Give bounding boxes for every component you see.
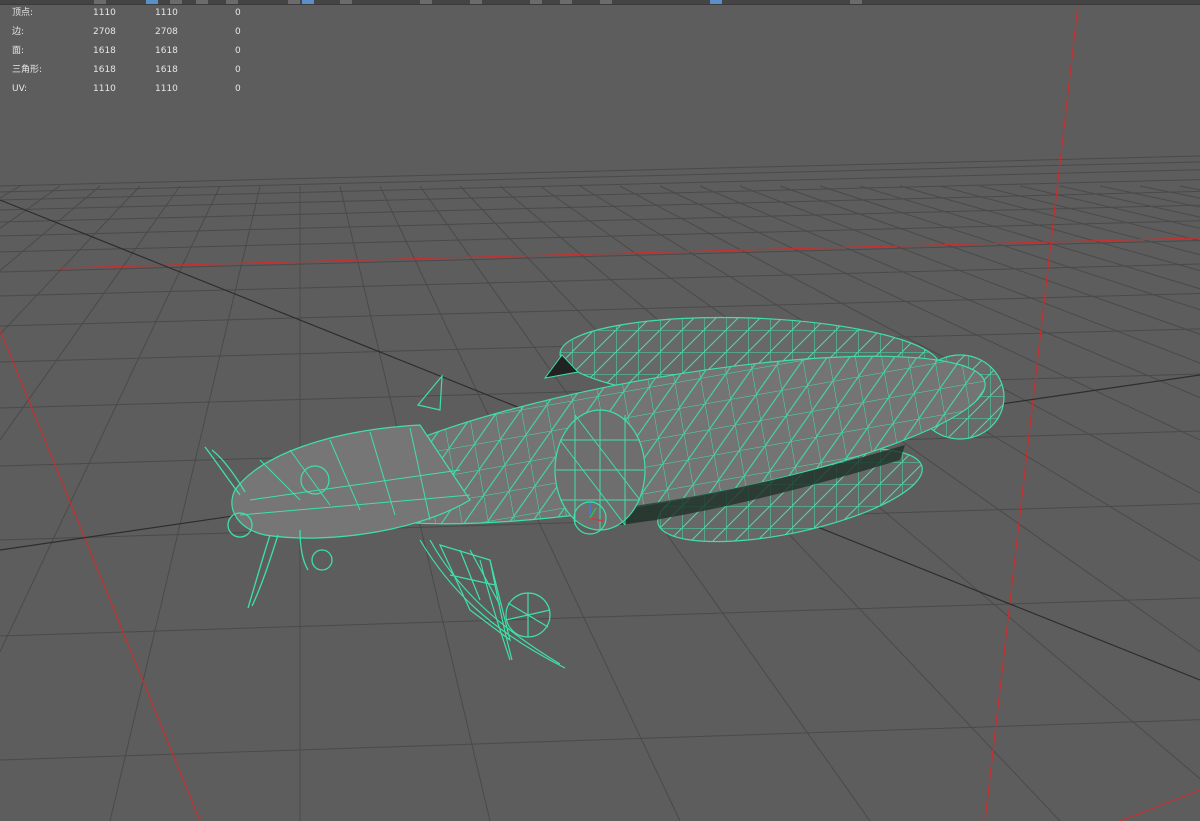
stat-value-c: 0 <box>235 27 241 37</box>
stat-label: 顶点: <box>12 8 34 18</box>
stat-value-b: 1110 <box>155 8 178 18</box>
stat-value-c: 0 <box>235 84 241 94</box>
stat-value-b: 1110 <box>155 84 178 94</box>
stat-row: 边: 2708 2708 0 <box>0 23 260 42</box>
stat-value-a: 1618 <box>93 65 116 75</box>
stat-value-a: 2708 <box>93 27 116 37</box>
front-spike[interactable] <box>416 374 443 411</box>
stat-value-a: 1110 <box>93 84 116 94</box>
stat-value-b: 1618 <box>155 65 178 75</box>
stat-value-c: 0 <box>235 65 241 75</box>
stat-row: 三角形: 1618 1618 0 <box>0 61 260 80</box>
stat-label: 边: <box>12 27 25 37</box>
scene-canvas[interactable] <box>0 0 1200 821</box>
3d-viewport[interactable]: 顶点: 1110 1110 0 边: 2708 2708 0 面: 1618 1618 0 三角形: 16… <box>0 0 1200 821</box>
stat-row: 顶点: 1110 1110 0 <box>0 4 260 23</box>
fish-model[interactable] <box>204 300 1020 669</box>
stat-label: 面: <box>12 46 25 56</box>
stat-value-c: 0 <box>235 46 241 56</box>
stat-value-c: 0 <box>235 8 241 18</box>
stat-value-b: 2708 <box>155 27 178 37</box>
pelvic-fins[interactable] <box>419 539 566 669</box>
stat-row: 面: 1618 1618 0 <box>0 42 260 61</box>
stat-value-a: 1618 <box>93 46 116 56</box>
stat-row: UV: 1110 1110 0 <box>0 80 260 99</box>
stat-value-a: 1110 <box>93 8 116 18</box>
stat-label: UV: <box>12 84 28 94</box>
stat-value-b: 1618 <box>155 46 178 56</box>
poly-count-hud: 顶点: 1110 1110 0 边: 2708 2708 0 面: 1618 1618 0 三角形: 16… <box>0 4 260 99</box>
stat-label: 三角形: <box>12 65 43 75</box>
